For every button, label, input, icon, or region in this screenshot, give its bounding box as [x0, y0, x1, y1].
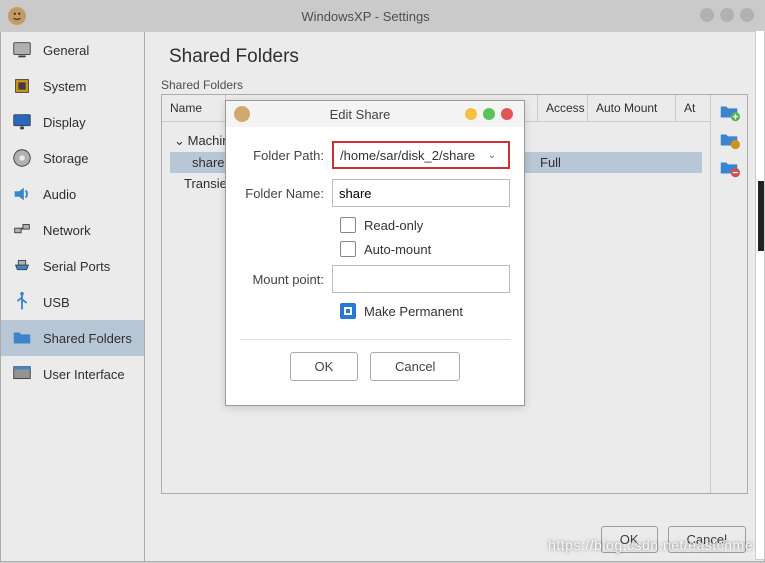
remove-folder-icon[interactable] [718, 157, 740, 179]
page-title: Shared Folders [169, 46, 748, 68]
display-icon [11, 111, 33, 133]
sidebar-item-usb[interactable]: USB [1, 284, 144, 320]
checkbox-label: Read-only [364, 218, 423, 233]
usb-icon [11, 291, 33, 313]
folder-path-label: Folder Path: [240, 148, 332, 163]
sidebar-item-label: System [43, 79, 86, 94]
sidebar-item-user-interface[interactable]: User Interface [1, 356, 144, 392]
sidebar-item-serial-ports[interactable]: Serial Ports [1, 248, 144, 284]
settings-sidebar: General System Display Storage Audio Net… [0, 32, 145, 562]
folder-name-label: Folder Name: [240, 186, 332, 201]
minimize-icon[interactable] [465, 108, 477, 120]
sidebar-item-audio[interactable]: Audio [1, 176, 144, 212]
sidebar-item-general[interactable]: General [1, 32, 144, 68]
sidebar-item-label: USB [43, 295, 70, 310]
serial-port-icon [11, 255, 33, 277]
watermark: https://blog.csdn.net/eastchme [548, 537, 753, 553]
storage-icon [11, 147, 33, 169]
checkbox-icon [340, 303, 356, 319]
right-strip [755, 30, 765, 560]
app-icon [8, 7, 26, 25]
folder-path-dropdown[interactable]: /home/sar/disk_2/share ⌄ [332, 141, 510, 169]
sidebar-item-label: User Interface [43, 367, 125, 382]
window-title: WindowsXP - Settings [34, 9, 697, 24]
sidebar-item-label: Network [43, 223, 91, 238]
add-folder-icon[interactable] [718, 101, 740, 123]
maximize-icon[interactable] [483, 108, 495, 120]
ui-icon [11, 363, 33, 385]
audio-icon [11, 183, 33, 205]
folder-icon [11, 327, 33, 349]
sidebar-item-display[interactable]: Display [1, 104, 144, 140]
section-label: Shared Folders [161, 78, 748, 92]
checkbox-icon [340, 217, 356, 233]
sidebar-item-network[interactable]: Network [1, 212, 144, 248]
sidebar-item-shared-folders[interactable]: Shared Folders [1, 320, 144, 356]
sidebar-item-label: Display [43, 115, 86, 130]
sidebar-item-label: General [43, 43, 89, 58]
th-access[interactable]: Access [538, 95, 588, 121]
sidebar-item-storage[interactable]: Storage [1, 140, 144, 176]
checkbox-label: Make Permanent [364, 304, 463, 319]
checkbox-label: Auto-mount [364, 242, 431, 257]
edit-share-dialog: Edit Share Folder Path: /home/sar/disk_2… [225, 100, 525, 406]
sidebar-item-label: Audio [43, 187, 76, 202]
sidebar-item-label: Storage [43, 151, 89, 166]
ok-button[interactable]: OK [290, 352, 359, 381]
mount-point-label: Mount point: [240, 272, 332, 287]
mount-point-input[interactable] [332, 265, 510, 293]
general-icon [11, 39, 33, 61]
window-controls[interactable] [697, 8, 757, 25]
sidebar-item-system[interactable]: System [1, 68, 144, 104]
sidebar-item-label: Serial Ports [43, 259, 110, 274]
dialog-titlebar: Edit Share [226, 101, 524, 127]
auto-mount-checkbox[interactable]: Auto-mount [340, 241, 510, 257]
read-only-checkbox[interactable]: Read-only [340, 217, 510, 233]
network-icon [11, 219, 33, 241]
system-icon [11, 75, 33, 97]
dialog-title: Edit Share [258, 107, 462, 122]
folder-name-input[interactable] [332, 179, 510, 207]
app-icon [234, 106, 250, 122]
sidebar-item-label: Shared Folders [43, 331, 132, 346]
cancel-button[interactable]: Cancel [370, 352, 460, 381]
chevron-down-icon[interactable]: ⌄ [174, 133, 184, 149]
th-at[interactable]: At [676, 95, 710, 121]
th-name[interactable]: Name [162, 95, 226, 121]
edit-folder-icon[interactable] [718, 129, 740, 151]
cell-access: Full [540, 155, 561, 170]
close-icon[interactable] [501, 108, 513, 120]
checkbox-icon [340, 241, 356, 257]
th-automount[interactable]: Auto Mount [588, 95, 676, 121]
make-permanent-checkbox[interactable]: Make Permanent [340, 303, 510, 319]
main-titlebar: WindowsXP - Settings [0, 0, 765, 32]
chevron-down-icon: ⌄ [488, 150, 502, 161]
